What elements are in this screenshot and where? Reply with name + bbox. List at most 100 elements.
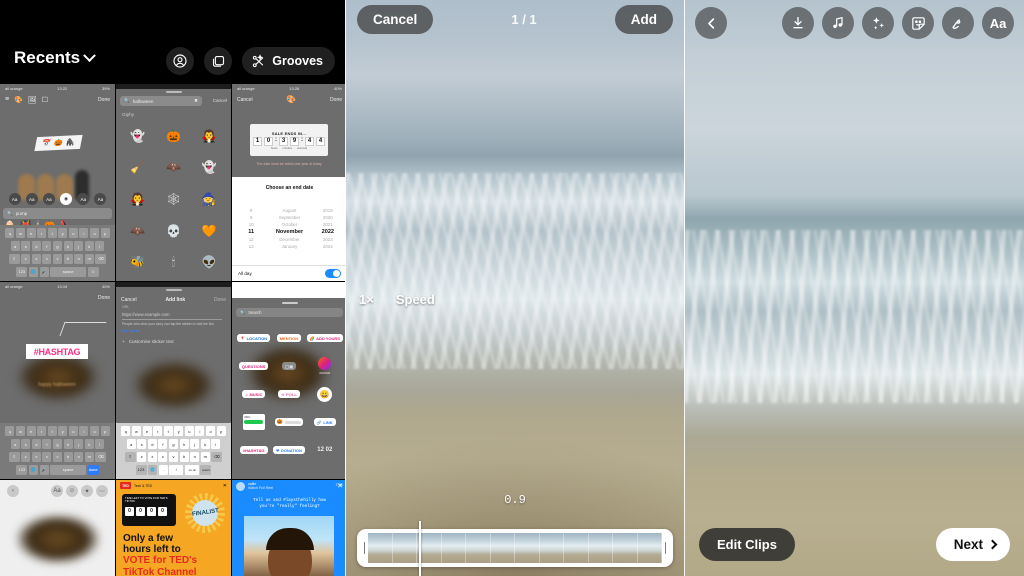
font-chip[interactable]: Aa [42,193,55,205]
key[interactable]: y [58,426,68,437]
text-icon[interactable]: Aa [51,485,63,497]
sticker-search-field[interactable]: 🔍 halloween ✖ [120,96,202,106]
key[interactable]: t [47,426,57,437]
key[interactable]: h [179,439,189,450]
key[interactable]: k [84,241,94,252]
slash-key[interactable]: / [169,464,184,475]
key[interactable]: l [95,439,105,450]
hashtag-sticker[interactable]: #HASHTAG [26,344,88,359]
key[interactable]: k [200,439,210,450]
sticker-result[interactable]: 👻 [130,129,145,143]
font-chip[interactable]: Aa [25,193,38,205]
key[interactable]: x [31,451,41,462]
recents-album-selector[interactable]: Recents [14,48,97,68]
countdown-sticker[interactable]: SALE ENDS IN... 1 0 : 3 9 : 4 4 hours mi… [250,124,328,156]
profile-icon-button[interactable] [166,47,195,75]
sticker-poll[interactable]: ☆ POLL [278,390,300,398]
sticker-countdown[interactable]: 12 02 [317,447,332,453]
sticker-result[interactable]: 🐝 [130,255,145,269]
font-chip[interactable]: Aa [8,193,21,205]
sticker-result[interactable]: 👻 [202,160,217,174]
key[interactable]: a [126,439,136,450]
period-key[interactable]: . [158,464,168,475]
sticker-result[interactable]: 🧹 [130,160,145,174]
gallery-thumbnail[interactable]: all orange 13:19 40% Done #HASHTAG happy… [0,282,115,479]
gallery-thumbnail[interactable]: ‹ Aa ☺ ✦ ⋯ [0,480,115,576]
key[interactable]: o [90,426,100,437]
close-icon[interactable]: ✕ [223,483,227,489]
close-icon[interactable]: ✕ [337,483,343,490]
return-key[interactable]: return [200,464,212,475]
gallery-thumbnail[interactable]: TED Tech & TED ✕ TIME LEFT TO VOTE FOR T… [116,480,231,576]
key[interactable]: j [74,439,84,450]
cancel-button[interactable]: Cancel [213,98,227,103]
numbers-key[interactable]: 123 [16,266,28,277]
key[interactable]: b [63,253,73,264]
key[interactable]: i [79,426,89,437]
key[interactable]: u [68,426,78,437]
shift-key[interactable]: ⇧ [8,451,20,462]
back-icon[interactable]: ‹ [7,485,19,497]
space-key[interactable]: space [50,266,87,277]
key[interactable]: v [53,253,62,264]
shift-key[interactable]: ⇧ [8,253,20,264]
key[interactable]: c [158,451,168,462]
cancel-button[interactable]: Cancel [357,4,434,34]
draw-button[interactable] [942,7,974,39]
sticker-button[interactable] [902,7,934,39]
sticker-donation[interactable]: ❤ DONATION [272,446,305,454]
sticker-avatar[interactable]: AVATAR [318,357,332,375]
key[interactable]: r [37,228,47,239]
key[interactable]: q [5,228,15,239]
onscreen-keyboard[interactable]: qwertyuiop asdfghjkl ⇧ z x c v b n m ⌫ 123 🌐 🎤 spac… [0,225,115,281]
trim-scrubber[interactable] [357,521,673,576]
sticker-hashtag[interactable]: #HASHTAG [239,446,268,454]
sticker-icon[interactable]: ☺ [66,485,78,497]
next-button[interactable]: Next [935,527,1010,561]
numbers-key[interactable]: 123 [16,464,28,475]
gallery-thumbnail[interactable]: all orange 13:28 40% Cancel 🎨 Done SALE … [232,84,345,281]
done-button[interactable]: Done [98,295,110,301]
key[interactable]: t [163,426,173,437]
key[interactable]: y [58,228,68,239]
back-button[interactable] [695,7,727,39]
emoji-search-field[interactable]: 🔍 pump [3,208,112,219]
key[interactable]: f [42,241,52,252]
sticker-result[interactable]: 🕸 [166,192,181,206]
key[interactable]: u [184,426,194,437]
key[interactable]: w [15,426,25,437]
gallery-thumbnail[interactable]: 🔍 Search 📍 LOCATION MENTION 🌈 ADD YOURS QU… [232,282,345,479]
key[interactable]: a [10,241,20,252]
key[interactable]: d [31,241,41,252]
emoji-key[interactable]: ☺ [87,266,99,277]
gallery-thumbnail[interactable]: 🔍 halloween ✖ Cancel Giphy 👻 🎃 🧛 🧹 🦇 👻 🧛 [116,84,231,281]
backspace-key[interactable]: ⌫ [95,253,107,264]
key[interactable]: v [53,451,62,462]
gallery-thumbnail[interactable]: Cancel Add link Done URL https://www.exa… [116,282,231,479]
onscreen-keyboard[interactable]: qwertyuiop asdfghjkl ⇧ z x c v b n m ⌫ 123 🌐 . [116,423,231,479]
grooves-button[interactable]: Grooves [242,47,335,75]
key[interactable]: c [42,451,52,462]
key[interactable]: v [169,451,178,462]
trim-handle-left[interactable] [361,533,368,563]
key[interactable]: j [74,241,84,252]
sticker-music[interactable]: ♫ MUSIC [241,390,266,398]
key[interactable]: e [26,228,36,239]
customise-sticker-row[interactable]: + Customise sticker text [122,339,174,344]
key[interactable]: b [179,451,189,462]
globe-key[interactable]: 🌐 [28,464,38,475]
key[interactable]: e [142,426,152,437]
key[interactable]: l [211,439,221,450]
date-picker[interactable]: 8 9 10 11 12 13 August September October [232,197,345,259]
done-button[interactable]: Done [330,97,342,103]
cancel-button[interactable]: Cancel [237,97,253,103]
backspace-key[interactable]: ⌫ [211,451,223,462]
sticker-result[interactable]: 🧛 [202,129,217,143]
onscreen-keyboard[interactable]: qwertyuiop asdfghjkl ⇧ z x c v b n m ⌫ 123 🌐 🎤 spa… [0,423,115,479]
mic-key[interactable]: 🎤 [39,464,49,475]
key[interactable]: r [37,426,47,437]
sticker-add-yours[interactable]: 🌈 ADD YOURS [306,334,343,342]
shift-key[interactable]: ⇧ [124,451,136,462]
sticker-result[interactable]: 🧡 [202,224,217,238]
key[interactable]: l [95,241,105,252]
